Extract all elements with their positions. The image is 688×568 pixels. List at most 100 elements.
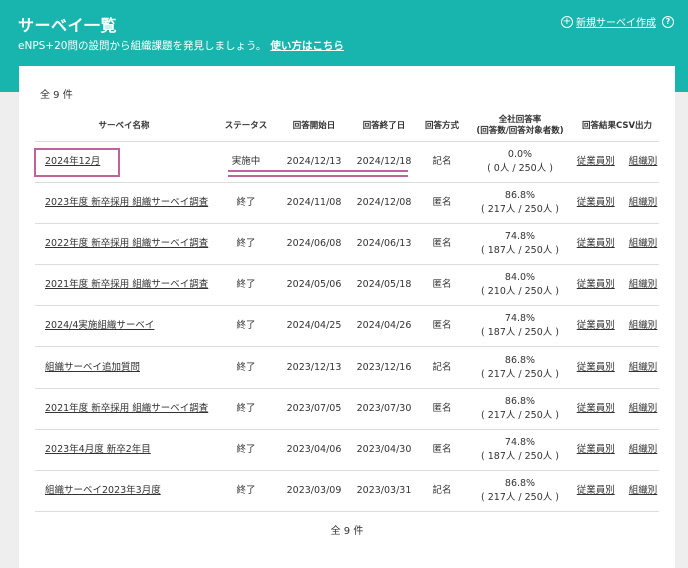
csv-employee-link[interactable]: 従業員別	[577, 156, 615, 167]
csv-org-link[interactable]: 組織別	[629, 320, 658, 331]
method-cell: 記名	[419, 470, 465, 513]
survey-name-link[interactable]: 2021年度 新卒採用 組織サーベイ調査	[45, 403, 208, 414]
howto-link[interactable]: 使い方はこちら	[270, 40, 344, 52]
table-row: 2024/4実施組織サーベイ 終了 2024/04/25 2024/04/26 匿名 74…	[35, 305, 659, 348]
csv-cell: 従業員別 組織別	[575, 223, 659, 266]
rate-percent: 86.8%	[504, 395, 536, 407]
csv-org-link[interactable]: 組織別	[629, 362, 658, 373]
table-row: 組織サーベイ2023年3月度 終了 2023/03/09 2023/03/31 記名 86…	[35, 470, 659, 513]
survey-name-link[interactable]: 組織サーベイ2023年3月度	[45, 485, 161, 496]
survey-table: サーベイ名称 ステータス 回答開始日 回答終了日 回答方式 全社回答率 (回答数/…	[35, 112, 659, 513]
col-rate-line1: 全社回答率	[498, 115, 542, 126]
status-cell: 終了	[213, 223, 279, 266]
total-count-top: 全 9 件	[40, 90, 73, 101]
rate-counts: ( 187人 / 250人 )	[481, 327, 559, 339]
csv-employee-link[interactable]: 従業員別	[577, 485, 615, 496]
response-rate-cell: 84.0% ( 210人 / 250人 )	[465, 264, 575, 307]
rate-percent: 84.0%	[504, 272, 536, 284]
method-cell: 匿名	[419, 429, 465, 472]
method-cell: 記名	[419, 346, 465, 389]
survey-name-link[interactable]: 組織サーベイ追加質問	[45, 362, 140, 373]
col-rate: 全社回答率 (回答数/回答対象者数)	[465, 112, 575, 142]
survey-name-link[interactable]: 2024年12月	[45, 156, 100, 167]
table-row: 2024年12月 実施中 2024/12/13 2024/12/18 記名 0.0% ( 0…	[35, 141, 659, 183]
method-cell: 匿名	[419, 182, 465, 224]
start-date-cell: 2023/04/06	[279, 429, 349, 472]
response-rate-cell: 86.8% ( 217人 / 250人 )	[465, 182, 575, 224]
col-start: 回答開始日	[279, 112, 349, 142]
csv-cell: 従業員別 組織別	[575, 141, 659, 183]
csv-org-link[interactable]: 組織別	[629, 156, 658, 167]
end-date-cell: 2023/12/16	[349, 346, 419, 389]
csv-employee-link[interactable]: 従業員別	[577, 444, 615, 455]
survey-list-panel: 全 9 件 サーベイ名称 ステータス 回答開始日 回答終了日 回答方式 全社回答…	[19, 66, 675, 568]
status-cell: 終了	[213, 346, 279, 389]
response-rate-cell: 86.8% ( 217人 / 250人 )	[465, 470, 575, 513]
table-row: 2021年度 新卒採用 組織サーベイ調査 終了 2024/05/06 2024/05/…	[35, 264, 659, 307]
start-date-cell: 2023/12/13	[279, 346, 349, 389]
method-cell: 匿名	[419, 305, 465, 348]
csv-cell: 従業員別 組織別	[575, 429, 659, 472]
col-csv: 回答結果CSV出力	[575, 112, 659, 142]
csv-org-link[interactable]: 組織別	[629, 238, 658, 249]
csv-employee-link[interactable]: 従業員別	[577, 238, 615, 249]
start-date-cell: 2024/05/06	[279, 264, 349, 307]
help-icon[interactable]: ?	[662, 15, 674, 28]
survey-name-cell: 2021年度 新卒採用 組織サーベイ調査	[35, 264, 213, 307]
start-date-cell: 2024/12/13	[279, 141, 349, 183]
csv-org-link[interactable]: 組織別	[629, 444, 658, 455]
csv-org-link[interactable]: 組織別	[629, 197, 658, 208]
table-header-row: サーベイ名称 ステータス 回答開始日 回答終了日 回答方式 全社回答率 (回答数/…	[35, 112, 659, 142]
rate-percent: 74.8%	[504, 230, 536, 242]
survey-name-cell: 2023年度 新卒採用 組織サーベイ調査	[35, 182, 213, 224]
new-survey-link[interactable]: 新規サーベイ作成	[576, 14, 656, 29]
csv-employee-link[interactable]: 従業員別	[577, 320, 615, 331]
status-cell: 終了	[213, 264, 279, 307]
rate-percent: 74.8%	[504, 436, 536, 448]
status-cell: 終了	[213, 470, 279, 513]
page-title: サーベイ一覧	[18, 16, 118, 35]
csv-cell: 従業員別 組織別	[575, 388, 659, 430]
survey-name-link[interactable]: 2022年度 新卒採用 組織サーベイ調査	[45, 238, 208, 249]
survey-name-link[interactable]: 2021年度 新卒採用 組織サーベイ調査	[45, 279, 208, 290]
survey-name-link[interactable]: 2023年度 新卒採用 組織サーベイ調査	[45, 197, 208, 208]
rate-counts: ( 217人 / 250人 )	[481, 368, 559, 380]
table-row: 2022年度 新卒採用 組織サーベイ調査 終了 2024/06/08 2024/06/…	[35, 223, 659, 266]
csv-employee-link[interactable]: 従業員別	[577, 279, 615, 290]
csv-org-link[interactable]: 組織別	[629, 403, 658, 414]
csv-employee-link[interactable]: 従業員別	[577, 403, 615, 414]
survey-name-cell: 2024/4実施組織サーベイ	[35, 305, 213, 348]
response-rate-cell: 86.8% ( 217人 / 250人 )	[465, 346, 575, 389]
rate-counts: ( 217人 / 250人 )	[481, 203, 559, 215]
status-cell: 終了	[213, 429, 279, 472]
rate-percent: 0.0%	[507, 148, 533, 160]
new-survey-area: + 新規サーベイ作成 ?	[561, 14, 674, 29]
end-date-cell: 2023/03/31	[349, 470, 419, 513]
survey-name-link[interactable]: 2023年4月度 新卒2年目	[45, 444, 151, 455]
page-description: eNPS+20問の設問から組織課題を発見しましょう。 使い方はこちら	[18, 38, 344, 53]
csv-org-link[interactable]: 組織別	[629, 279, 658, 290]
csv-cell: 従業員別 組織別	[575, 264, 659, 307]
status-cell: 実施中	[213, 141, 279, 183]
col-status: ステータス	[213, 112, 279, 142]
table-row: 組織サーベイ追加質問 終了 2023/12/13 2023/12/16 記名 86.8% (…	[35, 346, 659, 389]
survey-name-link[interactable]: 2024/4実施組織サーベイ	[45, 320, 154, 331]
survey-name-cell: 2022年度 新卒採用 組織サーベイ調査	[35, 223, 213, 266]
csv-org-link[interactable]: 組織別	[629, 485, 658, 496]
rate-counts: ( 217人 / 250人 )	[481, 409, 559, 421]
response-rate-cell: 0.0% ( 0人 / 250人 )	[465, 141, 575, 183]
method-cell: 匿名	[419, 264, 465, 307]
response-rate-cell: 74.8% ( 187人 / 250人 )	[465, 429, 575, 472]
csv-cell: 従業員別 組織別	[575, 470, 659, 513]
start-date-cell: 2024/04/25	[279, 305, 349, 348]
csv-cell: 従業員別 組織別	[575, 346, 659, 389]
csv-employee-link[interactable]: 従業員別	[577, 197, 615, 208]
csv-cell: 従業員別 組織別	[575, 305, 659, 348]
rate-counts: ( 187人 / 250人 )	[481, 450, 559, 462]
end-date-cell: 2024/05/18	[349, 264, 419, 307]
csv-employee-link[interactable]: 従業員別	[577, 362, 615, 373]
plus-circle-icon[interactable]: +	[561, 15, 573, 28]
rate-percent: 86.8%	[504, 354, 536, 366]
survey-name-cell: 組織サーベイ2023年3月度	[35, 470, 213, 513]
survey-name-cell: 2024年12月	[35, 141, 213, 183]
